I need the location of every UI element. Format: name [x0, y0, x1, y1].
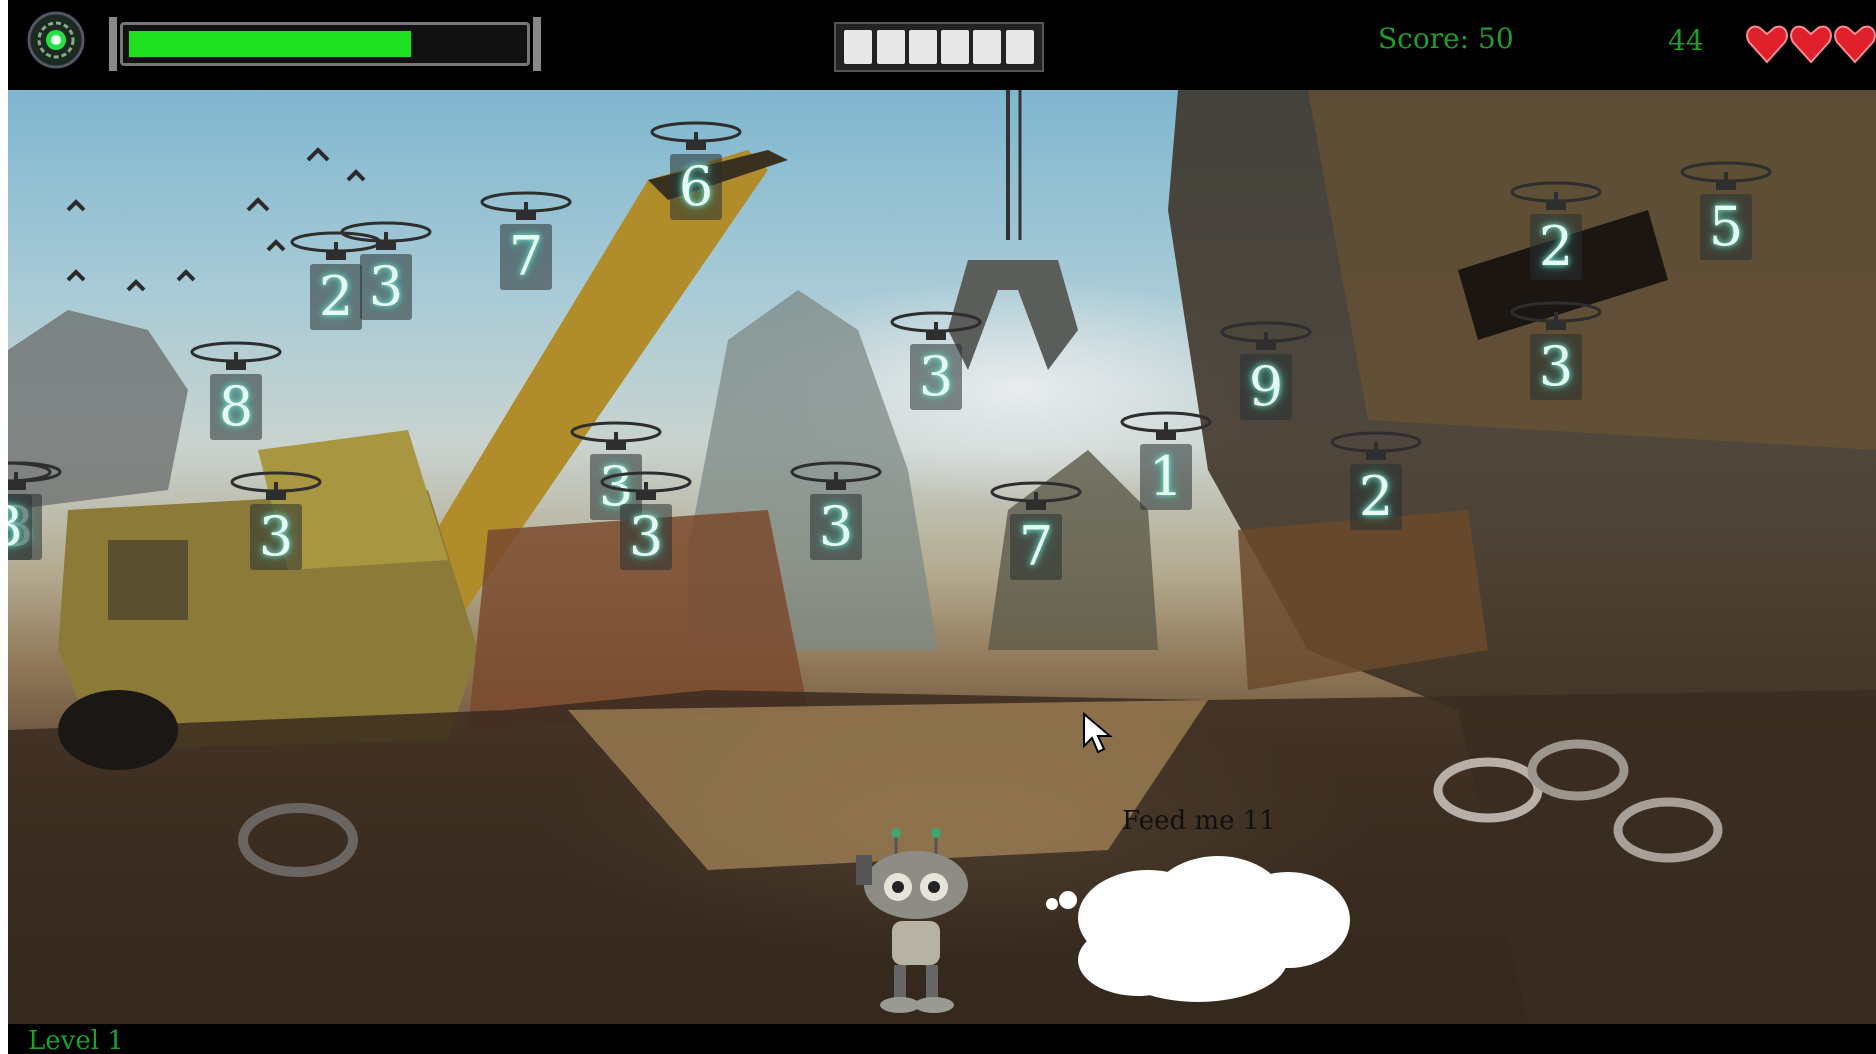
number-drone[interactable]: 3	[338, 220, 434, 350]
rotor-icon	[650, 121, 742, 150]
timer-text: 44	[1668, 24, 1704, 57]
drone-number: 6	[670, 154, 722, 220]
robot-character	[856, 828, 968, 1013]
number-drone[interactable]: 9	[1218, 320, 1314, 450]
drone-number: 3	[810, 494, 862, 560]
drone-number: 3	[8, 494, 32, 560]
rotor-icon	[340, 221, 432, 250]
drone-number: 7	[1010, 514, 1062, 580]
health-bar-fill	[129, 31, 411, 57]
answer-slots	[834, 22, 1044, 72]
number-drone[interactable]: 8	[188, 340, 284, 470]
number-drone[interactable]: 3	[888, 310, 984, 440]
drone-number: 1	[1140, 444, 1192, 510]
drone-number: 8	[210, 374, 262, 440]
rotor-icon	[230, 471, 322, 500]
mouse-cursor-icon	[1083, 712, 1113, 754]
rotor-icon	[1510, 181, 1602, 210]
number-drone[interactable]: 6	[648, 120, 744, 250]
drone-number: 9	[1240, 354, 1292, 420]
drone-number: 3	[360, 254, 412, 320]
gear-icon[interactable]	[26, 10, 86, 70]
rotor-icon	[1510, 301, 1602, 330]
answer-slot	[973, 30, 1002, 64]
hud-bar: Score: 50 44	[8, 0, 1876, 90]
drone-number: 3	[250, 504, 302, 570]
rotor-icon	[790, 461, 882, 490]
heart-icon	[1746, 25, 1788, 64]
heart-icon	[1834, 25, 1876, 64]
number-drone[interactable]: 3	[228, 470, 324, 600]
score-text: Score: 50	[1378, 22, 1514, 55]
level-text: Level 1	[28, 1026, 124, 1054]
answer-slot	[1005, 30, 1034, 64]
number-drone[interactable]: 3	[598, 470, 694, 600]
number-drone[interactable]: 2	[1328, 430, 1424, 560]
rotor-icon	[1120, 411, 1212, 440]
number-drone[interactable]: 7	[988, 480, 1084, 610]
number-drone[interactable]: 3	[8, 460, 54, 590]
drone-number: 2	[1530, 214, 1582, 280]
health-bar	[109, 17, 541, 71]
drone-number: 5	[1700, 194, 1752, 260]
number-drone[interactable]: 7	[478, 190, 574, 320]
rotor-icon	[190, 341, 282, 370]
number-drone[interactable]: 5	[1678, 160, 1774, 290]
rotor-icon	[8, 461, 52, 490]
drone-number: 7	[500, 224, 552, 290]
number-drone[interactable]: 1	[1118, 410, 1214, 540]
number-drone[interactable]: 3	[788, 460, 884, 590]
drone-number: 3	[1530, 334, 1582, 400]
game-canvas[interactable]: Score: 50 44 6 7 2 3 8 3 3 3 3 3 7 1 9 2…	[8, 0, 1876, 1054]
answer-slot	[844, 30, 873, 64]
rotor-icon	[1220, 321, 1312, 350]
heart-icon	[1790, 25, 1832, 64]
answer-slot	[876, 30, 905, 64]
rotor-icon	[600, 471, 692, 500]
rotor-icon	[990, 481, 1082, 510]
drone-number: 3	[910, 344, 962, 410]
rotor-icon	[480, 191, 572, 220]
answer-slot	[908, 30, 937, 64]
number-drone[interactable]: 3	[1508, 300, 1604, 430]
drone-number: 2	[1350, 464, 1402, 530]
drone-number: 3	[620, 504, 672, 570]
speech-text: Feed me 11	[1122, 806, 1276, 836]
answer-slot	[941, 30, 970, 64]
footer-bar: Level 1	[8, 1024, 1876, 1054]
rotor-icon	[1680, 161, 1772, 190]
lives-hearts	[1746, 24, 1876, 70]
rotor-icon	[1330, 431, 1422, 460]
number-drone[interactable]: 2	[1508, 180, 1604, 310]
rotor-icon	[890, 311, 982, 340]
junkyard-scene: 6723833333719225383	[8, 90, 1876, 1024]
rotor-icon	[570, 421, 662, 450]
speech-cloud	[1046, 856, 1350, 1002]
